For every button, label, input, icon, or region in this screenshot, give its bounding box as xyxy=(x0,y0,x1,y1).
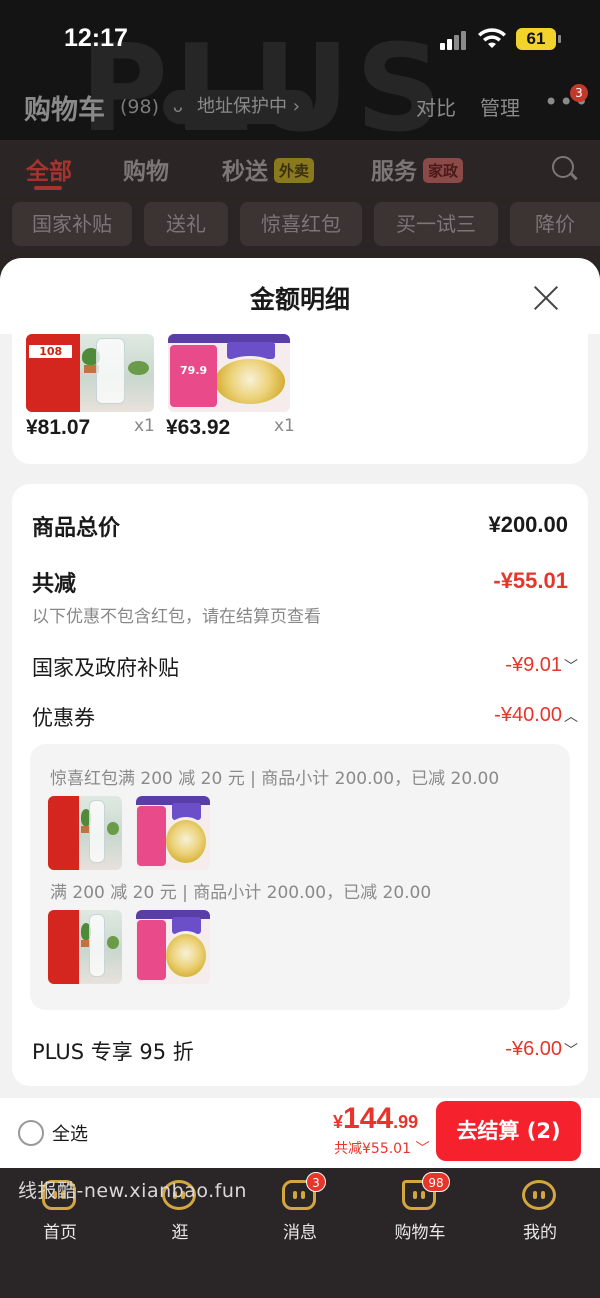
messages-badge: 3 xyxy=(306,1172,326,1192)
chip-gift[interactable]: 送礼 xyxy=(144,202,228,246)
product-thumb-water-bottle xyxy=(48,796,122,870)
category-tabs: 全部 购物 秒送 外卖 服务 家政 xyxy=(0,140,600,196)
address-protection-label: 地址保护中 xyxy=(197,96,287,117)
takeout-tag: 外卖 xyxy=(274,158,315,183)
chevron-down-icon: ﹀ xyxy=(411,1141,430,1157)
tab-cart-label: 购物车 xyxy=(394,1223,446,1243)
discount-label: 共减 xyxy=(32,572,77,597)
manage-button[interactable]: 管理 xyxy=(480,92,520,121)
item-price: ¥81.07 xyxy=(26,416,91,439)
currency-symbol: ¥ xyxy=(333,1112,344,1132)
filter-chips: 国家补贴 送礼 惊喜红包 买一试三 降价 xyxy=(0,200,600,252)
tab-messages[interactable]: 3 消息 xyxy=(240,1168,360,1268)
total-saved-text: 共减¥55.01 xyxy=(334,1141,411,1157)
chevron-down-icon[interactable]: ﹀ xyxy=(564,1040,578,1060)
select-all-label[interactable]: 全选 xyxy=(52,1120,88,1146)
tab-active-underline xyxy=(34,186,62,190)
housekeeping-tag: 家政 xyxy=(423,158,464,183)
coupon-label: 优惠券 xyxy=(32,706,95,730)
battery-icon: 61 xyxy=(516,28,561,50)
goods-total-value: ¥200.00 xyxy=(488,512,568,537)
cart-title: 购物车 xyxy=(24,95,105,126)
chevron-right-icon: › xyxy=(292,96,300,117)
coupon-group-text: 满 200 减 20 元 | 商品小计 200.00，已减 20.00 xyxy=(50,883,432,903)
amount-detail-sheet: 金额明细 108 ¥81.07 x1 79.9 ¥63.92 x1 商品总价 ¥… xyxy=(0,258,600,1098)
goods-total-label: 商品总价 xyxy=(32,516,121,541)
status-bar: 12:17 61 xyxy=(0,0,600,80)
coupon-group-text: 惊喜红包满 200 减 20 元 | 商品小计 200.00，已减 20.00 xyxy=(50,769,500,789)
address-protection-pill[interactable]: ᴗ 地址保护中 › xyxy=(163,90,313,124)
tab-services[interactable]: 服务 家政 xyxy=(371,152,464,186)
tab-all[interactable]: 全部 xyxy=(26,152,72,186)
product-thumb-water-bottle xyxy=(48,910,122,984)
product-image-badge: 108 xyxy=(29,344,73,358)
cart-count: (98) xyxy=(120,96,160,118)
status-time: 12:17 xyxy=(64,24,128,52)
total-price: ¥144.99 xyxy=(333,1102,418,1136)
coupon-breakdown: 惊喜红包满 200 减 20 元 | 商品小计 200.00，已减 20.00 … xyxy=(30,744,570,1010)
tab-cart[interactable]: 98 购物车 xyxy=(360,1168,480,1268)
sheet-header: 金额明细 xyxy=(0,258,600,334)
chevron-up-icon[interactable]: ︿ xyxy=(564,706,578,726)
sheet-title: 金额明细 xyxy=(249,285,350,314)
product-thumb-food xyxy=(136,910,210,984)
tab-home-label: 首页 xyxy=(43,1223,77,1243)
item-qty: x1 xyxy=(274,416,295,436)
shield-icon: ᴗ xyxy=(173,97,183,116)
close-icon[interactable] xyxy=(532,284,560,312)
discount-value: -¥55.01 xyxy=(493,568,568,593)
select-all-radio[interactable] xyxy=(18,1120,44,1146)
tab-instant-delivery[interactable]: 秒送 外卖 xyxy=(222,152,315,186)
subsidy-label: 国家及政府补贴 xyxy=(32,656,179,680)
profile-icon xyxy=(522,1180,556,1210)
tab-browse-label: 逛 xyxy=(171,1223,189,1243)
site-watermark: 线报酷-new.xianbao.fun xyxy=(18,1180,247,1202)
price-decimal: .99 xyxy=(393,1112,419,1132)
tab-services-label: 服务 xyxy=(371,159,417,185)
wifi-icon xyxy=(478,28,506,48)
product-image-water-bottle[interactable]: 108 xyxy=(26,334,154,412)
tab-shopping[interactable]: 购物 xyxy=(123,152,169,186)
chevron-down-icon[interactable]: ﹀ xyxy=(564,656,578,676)
coupon-value[interactable]: -¥40.00 xyxy=(494,704,562,727)
items-card: 108 ¥81.07 x1 79.9 ¥63.92 x1 xyxy=(12,334,588,464)
checkout-bar: 全选 ¥144.99 共减¥55.01 ﹀ 去结算 (2) xyxy=(0,1098,600,1168)
plus-discount-value[interactable]: -¥6.00 xyxy=(505,1038,562,1061)
search-icon[interactable] xyxy=(552,156,574,178)
item-price: ¥63.92 xyxy=(166,416,231,439)
more-badge: 3 xyxy=(570,84,588,102)
product-image-food[interactable]: 79.9 xyxy=(168,334,290,412)
tab-profile-label: 我的 xyxy=(523,1223,557,1243)
chip-price-drop[interactable]: 降价 xyxy=(510,202,600,246)
cart-header: 购物车 (98) ᴗ 地址保护中 › 对比 管理 ••• 3 xyxy=(0,84,600,130)
chip-national-subsidy[interactable]: 国家补贴 xyxy=(12,202,132,246)
chip-try-three[interactable]: 买一试三 xyxy=(374,202,498,246)
price-integer: 144 xyxy=(343,1102,394,1135)
price-detail-card: 商品总价 ¥200.00 共减 -¥55.01 以下优惠不包含红包，请在结算页查… xyxy=(12,484,588,1086)
compare-button[interactable]: 对比 xyxy=(416,92,456,121)
tab-instant-delivery-label: 秒送 xyxy=(222,159,268,185)
product-thumb-food xyxy=(136,796,210,870)
bottom-tab-bar: 首页 逛 3 消息 98 购物车 我的 线报酷-new.xianbao.fun xyxy=(0,1168,600,1298)
subsidy-value[interactable]: -¥9.01 xyxy=(505,654,562,677)
signal-icon xyxy=(440,30,470,50)
tab-profile[interactable]: 我的 xyxy=(480,1168,600,1268)
discount-note: 以下优惠不包含红包，请在结算页查看 xyxy=(32,607,321,627)
checkout-button[interactable]: 去结算 (2) xyxy=(436,1101,581,1161)
plus-discount-label: PLUS 专享 95 折 xyxy=(32,1040,194,1064)
cart-badge: 98 xyxy=(422,1172,450,1192)
chip-surprise-redpacket[interactable]: 惊喜红包 xyxy=(240,202,362,246)
total-saved[interactable]: 共减¥55.01 ﹀ xyxy=(334,1138,429,1158)
item-qty: x1 xyxy=(134,416,155,436)
product-image-badge: 79.9 xyxy=(180,363,208,377)
tab-messages-label: 消息 xyxy=(283,1223,317,1243)
